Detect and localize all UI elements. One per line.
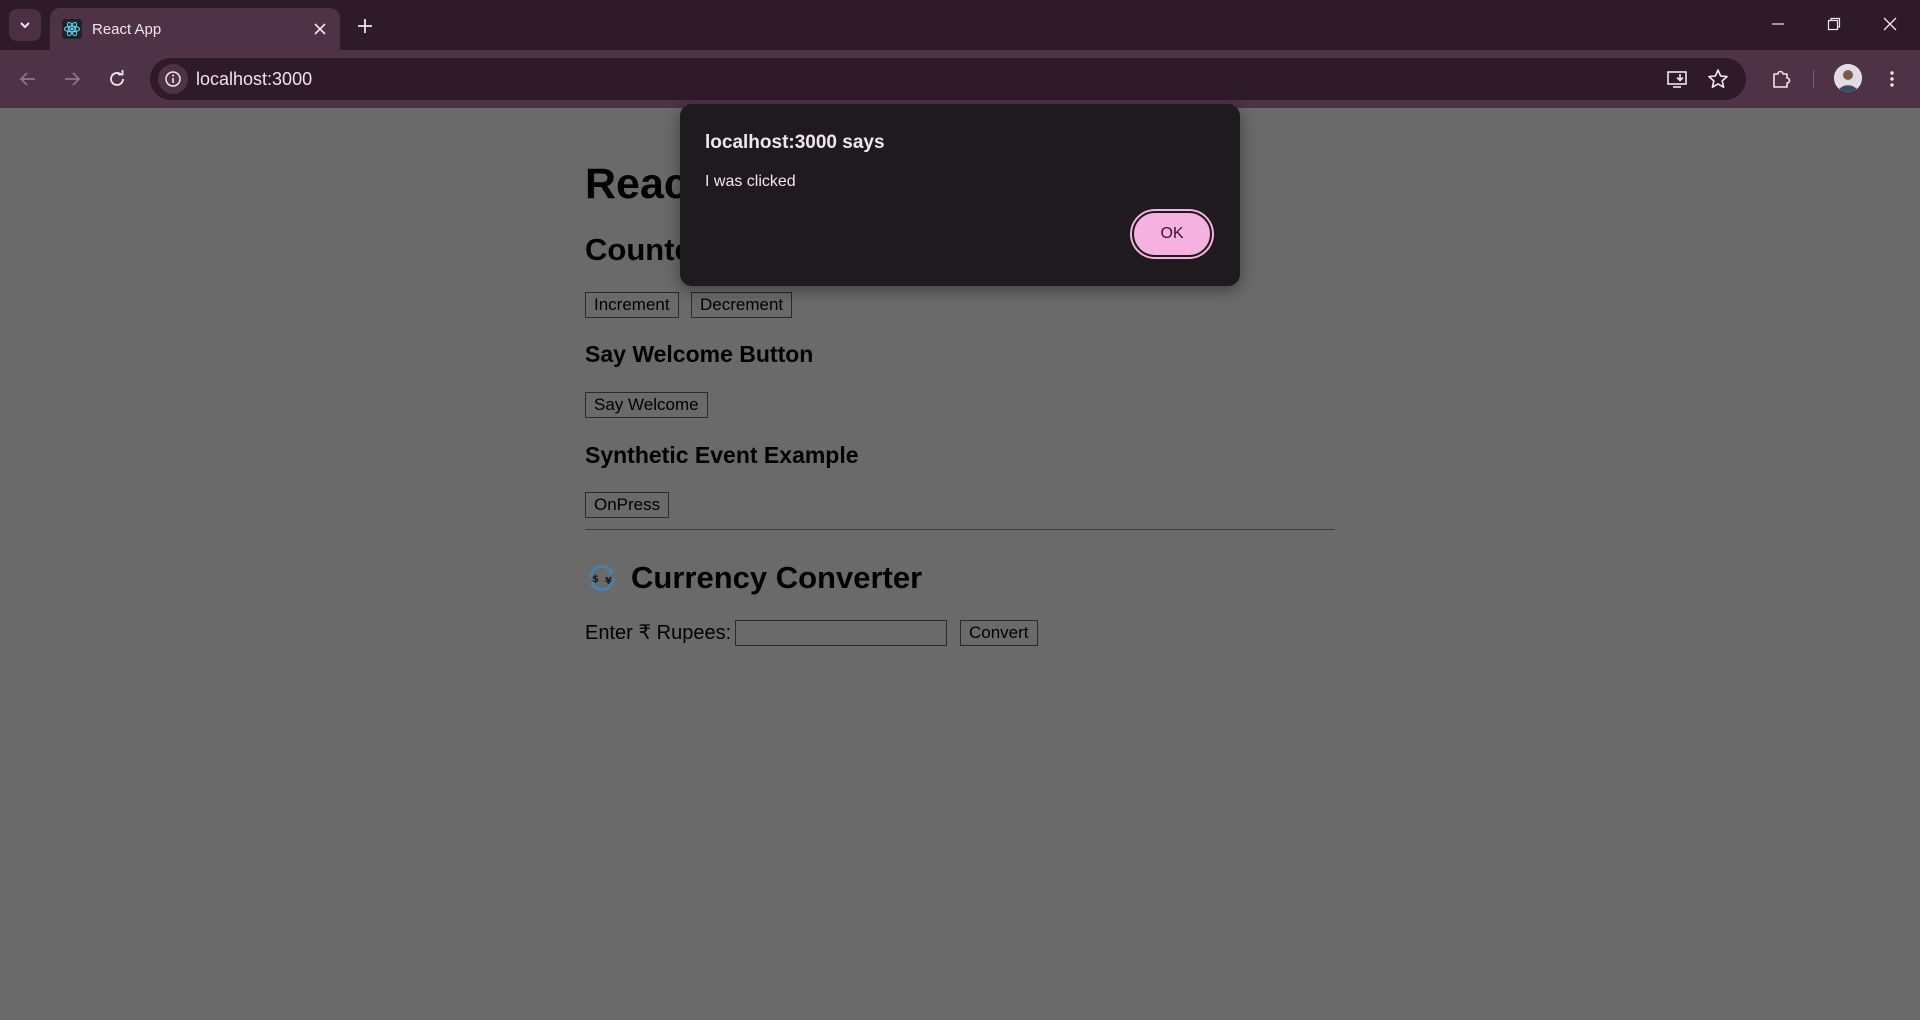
avatar[interactable] [1834, 64, 1862, 92]
bookmark-button[interactable] [1705, 66, 1731, 92]
back-button[interactable] [12, 63, 44, 95]
synthetic-heading: Synthetic Event Example [585, 442, 859, 468]
tab-react-app[interactable]: React App [50, 8, 340, 50]
arrow-left-icon [19, 72, 35, 86]
star-icon [1708, 69, 1728, 88]
convert-button[interactable]: Convert [960, 620, 1038, 646]
dialog-message: I was clicked [705, 173, 796, 190]
browser-toolbar: localhost:3000 [0, 50, 1920, 108]
react-logo-icon [62, 19, 82, 39]
extensions-button[interactable] [1765, 63, 1797, 95]
welcome-heading: Say Welcome Button [585, 341, 814, 367]
tab-search-button[interactable] [9, 9, 41, 41]
onpress-button[interactable]: OnPress [585, 492, 670, 518]
address-bar[interactable]: localhost:3000 [150, 58, 1746, 100]
close-icon [314, 23, 326, 35]
chevron-down-icon [20, 22, 30, 29]
currency-exchange-icon: $ ¥ [589, 564, 615, 592]
puzzle-icon [1773, 70, 1791, 88]
rupee-input[interactable] [735, 620, 947, 646]
new-tab-button[interactable] [352, 13, 378, 39]
divider [585, 529, 1335, 530]
minimize-button[interactable] [1750, 0, 1806, 48]
page-title: Reac [585, 160, 688, 208]
minimize-icon [1772, 23, 1784, 25]
reload-button[interactable] [101, 63, 133, 95]
close-icon [1883, 17, 1897, 31]
tab-strip: React App [0, 0, 1920, 50]
plus-icon [358, 19, 372, 33]
more-vert-icon [1890, 71, 1894, 87]
tab-title: React App [92, 20, 162, 38]
install-icon [1667, 71, 1687, 88]
profile-avatar-icon [1834, 64, 1862, 92]
decrement-button[interactable]: Decrement [691, 292, 793, 318]
forward-button[interactable] [56, 63, 88, 95]
rupee-input-label: Enter ₹ Rupees: [585, 622, 732, 644]
ok-button[interactable]: OK [1132, 211, 1212, 257]
arrow-right-icon [65, 72, 81, 86]
counter-heading: Counte [585, 232, 692, 267]
tab-close-button[interactable] [308, 17, 332, 41]
currency-heading-text: Currency Converter [631, 560, 923, 595]
toolbar-divider [1813, 70, 1814, 88]
increment-button[interactable]: Increment [585, 292, 679, 318]
restore-button[interactable] [1806, 0, 1862, 48]
reload-icon [110, 70, 124, 86]
restore-icon [1827, 17, 1841, 31]
url-text: localhost:3000 [196, 69, 313, 89]
svg-text:$: $ [592, 574, 599, 585]
install-app-button[interactable] [1664, 66, 1690, 92]
close-window-button[interactable] [1862, 0, 1918, 48]
dialog-title: localhost:3000 says [705, 132, 885, 153]
say-welcome-button[interactable]: Say Welcome [585, 392, 708, 418]
site-info-button[interactable] [158, 64, 188, 94]
currency-heading: $ ¥ Currency Converter [585, 560, 922, 596]
svg-text:¥: ¥ [605, 576, 612, 587]
alert-dialog: localhost:3000 says I was clicked OK [680, 104, 1240, 286]
info-icon [165, 71, 181, 87]
menu-button[interactable] [1876, 63, 1908, 95]
